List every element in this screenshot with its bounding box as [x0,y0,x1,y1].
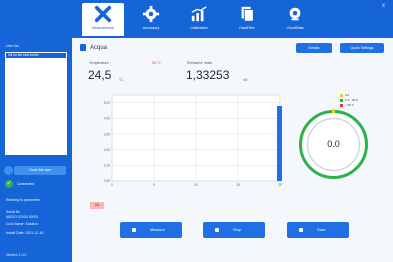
result-gauge: 0.0 [299,109,368,179]
legend-item: 0.1 - 99.9 [340,98,358,102]
version-label: Version 1.0.0 [6,253,27,257]
calibration-name: Cool Name: Solution [6,222,39,226]
top-toolbar: Measurement Accessory Calibration DataFi… [0,0,393,38]
legend-item: 0.0 [340,93,358,97]
close-icon[interactable]: x [382,3,385,9]
stop-icon [215,228,219,232]
details-button[interactable]: Details [296,43,332,53]
install-date: Install Date: 2021-12-16 [6,231,44,235]
close-user-button[interactable]: Close the user [4,166,66,175]
tab-calibration[interactable]: Calibration [178,3,220,36]
gauge-marker [332,109,335,113]
x-tick-label: 0 [111,183,113,187]
check-icon: ✓ [5,180,13,188]
tab-label: Accessory [142,26,160,30]
temperature-target: 25 °C [152,61,161,65]
tab-label: DataFiles [239,26,255,30]
y-tick-label: 0.00 [104,179,110,183]
refractive-index-value: 1,33253 [186,68,230,82]
page-icon [80,44,86,51]
user-icon [4,166,13,175]
tab-measurement[interactable]: Measurement [82,3,124,36]
stop-button[interactable]: Stop [203,222,265,238]
x-tick-label: 20 [278,183,282,187]
serial-label: Serial Nr. [6,210,21,214]
user-list-label: User list [6,44,19,48]
stability-flag: Stb [90,202,104,209]
data-files-icon [241,6,254,22]
list-item-selected-user[interactable]: Kill for the best Admin [6,53,66,58]
gauge-value: 0.0 [327,139,340,149]
save-icon [299,228,303,232]
tab-datafiles[interactable]: DataFiles [226,3,268,36]
save-label: Save [317,228,326,232]
gauge-legend: 0.0 0.1 - 99.9 > 99.9 [340,93,358,108]
tab-label: Calibration [190,26,208,30]
user-list[interactable]: Kill for the best Admin [5,52,67,155]
connection-status: ✓ Connected [5,180,34,188]
bar [277,105,282,181]
temperature-unit: °C [119,78,123,82]
tab-label: CloudData [286,26,304,30]
quick-settings-button[interactable]: Quick Settings [340,43,384,53]
measurement-chart: 0.00 1.00 2.00 3.00 4.00 5.00 0 5 10 15 20 [104,94,282,187]
page-title-text: Acqua [90,44,108,51]
refractive-index-label: Refractive Index [187,61,213,65]
close-user-label: Close the user [28,168,52,172]
x-tick-label: 5 [153,183,155,187]
serial-value: ABC01 02000 00001 [6,215,39,219]
reading-parameter-label: Reading to parameter [6,198,40,202]
page-title: Acqua [80,44,107,51]
tab-label: Measurement [92,26,114,30]
y-tick-label: 1.00 [104,164,110,168]
measure-button[interactable]: Measure [120,222,182,238]
x-tick-label: 15 [236,183,240,187]
gear-icon [142,5,160,23]
cloud-icon [289,7,301,21]
stop-label: Stop [233,228,241,232]
y-tick-label: 4.00 [104,117,110,121]
save-button[interactable]: Save [287,222,349,238]
tab-accessory[interactable]: Accessory [130,3,172,36]
measure-icon [132,228,136,232]
tab-clouddata[interactable]: CloudData [274,3,316,36]
refractive-index-unit: nD [243,78,248,82]
temperature-label: Temperature [89,61,109,65]
measurement-x-icon [94,5,112,23]
y-tick-label: 3.00 [104,132,110,136]
measure-label: Measure [150,228,165,232]
x-tick-label: 10 [194,183,198,187]
connection-label: Connected [17,182,34,186]
chart-icon [191,6,207,22]
app-window: Measurement Accessory Calibration DataFi… [0,0,393,262]
y-tick-label: 2.00 [104,148,110,152]
legend-item: > 99.9 [340,103,358,107]
temperature-value: 24,5 [88,68,112,82]
y-tick-label: 5.00 [104,101,110,105]
